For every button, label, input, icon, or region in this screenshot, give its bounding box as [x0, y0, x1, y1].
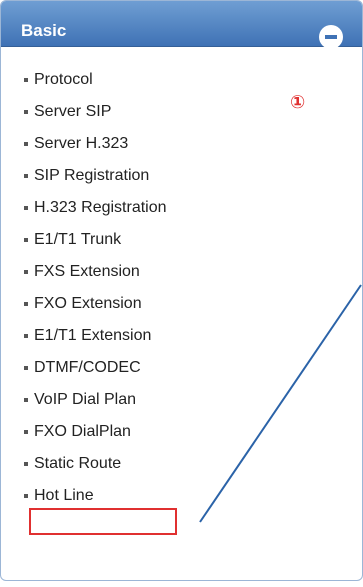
bullet-icon [24, 494, 28, 498]
menu-item-server-h323[interactable]: Server H.323 [1, 135, 241, 167]
bullet-icon [24, 302, 28, 306]
menu-item-label: FXS Extension [34, 263, 140, 280]
menu-item-label: E1/T1 Extension [34, 327, 152, 344]
panel-title: Basic [21, 21, 67, 40]
menu-item-dtmf-codec[interactable]: DTMF/CODEC [1, 359, 241, 391]
menu-item-e1t1-extension[interactable]: E1/T1 Extension [1, 327, 241, 359]
menu-item-label: Protocol [34, 71, 93, 88]
menu-item-label: SIP Registration [34, 167, 150, 184]
menu-item-h323-registration[interactable]: H.323 Registration [1, 199, 241, 231]
bullet-icon [24, 206, 28, 210]
bullet-icon [24, 238, 28, 242]
menu-item-fxo-extension[interactable]: FXO Extension [1, 295, 241, 327]
bullet-icon [24, 142, 28, 146]
menu-item-label: DTMF/CODEC [34, 359, 141, 376]
bullet-icon [24, 430, 28, 434]
bullet-icon [24, 110, 28, 114]
menu-item-voip-dial-plan[interactable]: VoIP Dial Plan [1, 391, 241, 423]
menu-item-protocol[interactable]: Protocol [1, 71, 241, 103]
menu-item-label: VoIP Dial Plan [34, 391, 136, 408]
basic-menu-panel: Basic Protocol Server SIP Server H.323 S… [0, 0, 363, 581]
menu-item-e1t1-trunk[interactable]: E1/T1 Trunk [1, 231, 241, 263]
menu-item-label: Hot Line [34, 487, 94, 504]
menu-item-fxo-dialplan[interactable]: FXO DialPlan [1, 423, 241, 455]
step-marker: ① [290, 92, 306, 112]
bullet-icon [24, 366, 28, 370]
minus-glyph [325, 35, 337, 39]
bullet-icon [24, 334, 28, 338]
menu-item-label: Server H.323 [34, 135, 129, 152]
menu-item-label: Server SIP [34, 103, 112, 120]
bullet-icon [24, 462, 28, 466]
menu-item-static-route[interactable]: Static Route [1, 455, 241, 487]
bullet-icon [24, 398, 28, 402]
menu-item-sip-registration[interactable]: SIP Registration [1, 167, 241, 199]
bullet-icon [24, 78, 28, 82]
menu-item-server-sip[interactable]: Server SIP [1, 103, 241, 135]
screenshot-canvas: Basic Protocol Server SIP Server H.323 S… [0, 0, 363, 587]
menu-item-label: E1/T1 Trunk [34, 231, 122, 248]
menu-item-label: FXO DialPlan [34, 423, 131, 440]
menu-item-label: H.323 Registration [34, 199, 167, 216]
panel-header[interactable]: Basic [1, 1, 362, 49]
bullet-icon [24, 174, 28, 178]
bullet-icon [24, 270, 28, 274]
minus-circle-icon[interactable] [319, 25, 343, 49]
menu-item-label: FXO Extension [34, 295, 142, 312]
menu-item-hot-line[interactable]: Hot Line [1, 487, 241, 519]
basic-menu-list: Protocol Server SIP Server H.323 SIP Reg… [1, 71, 241, 519]
menu-item-fxs-extension[interactable]: FXS Extension [1, 263, 241, 295]
menu-item-label: Static Route [34, 455, 122, 472]
